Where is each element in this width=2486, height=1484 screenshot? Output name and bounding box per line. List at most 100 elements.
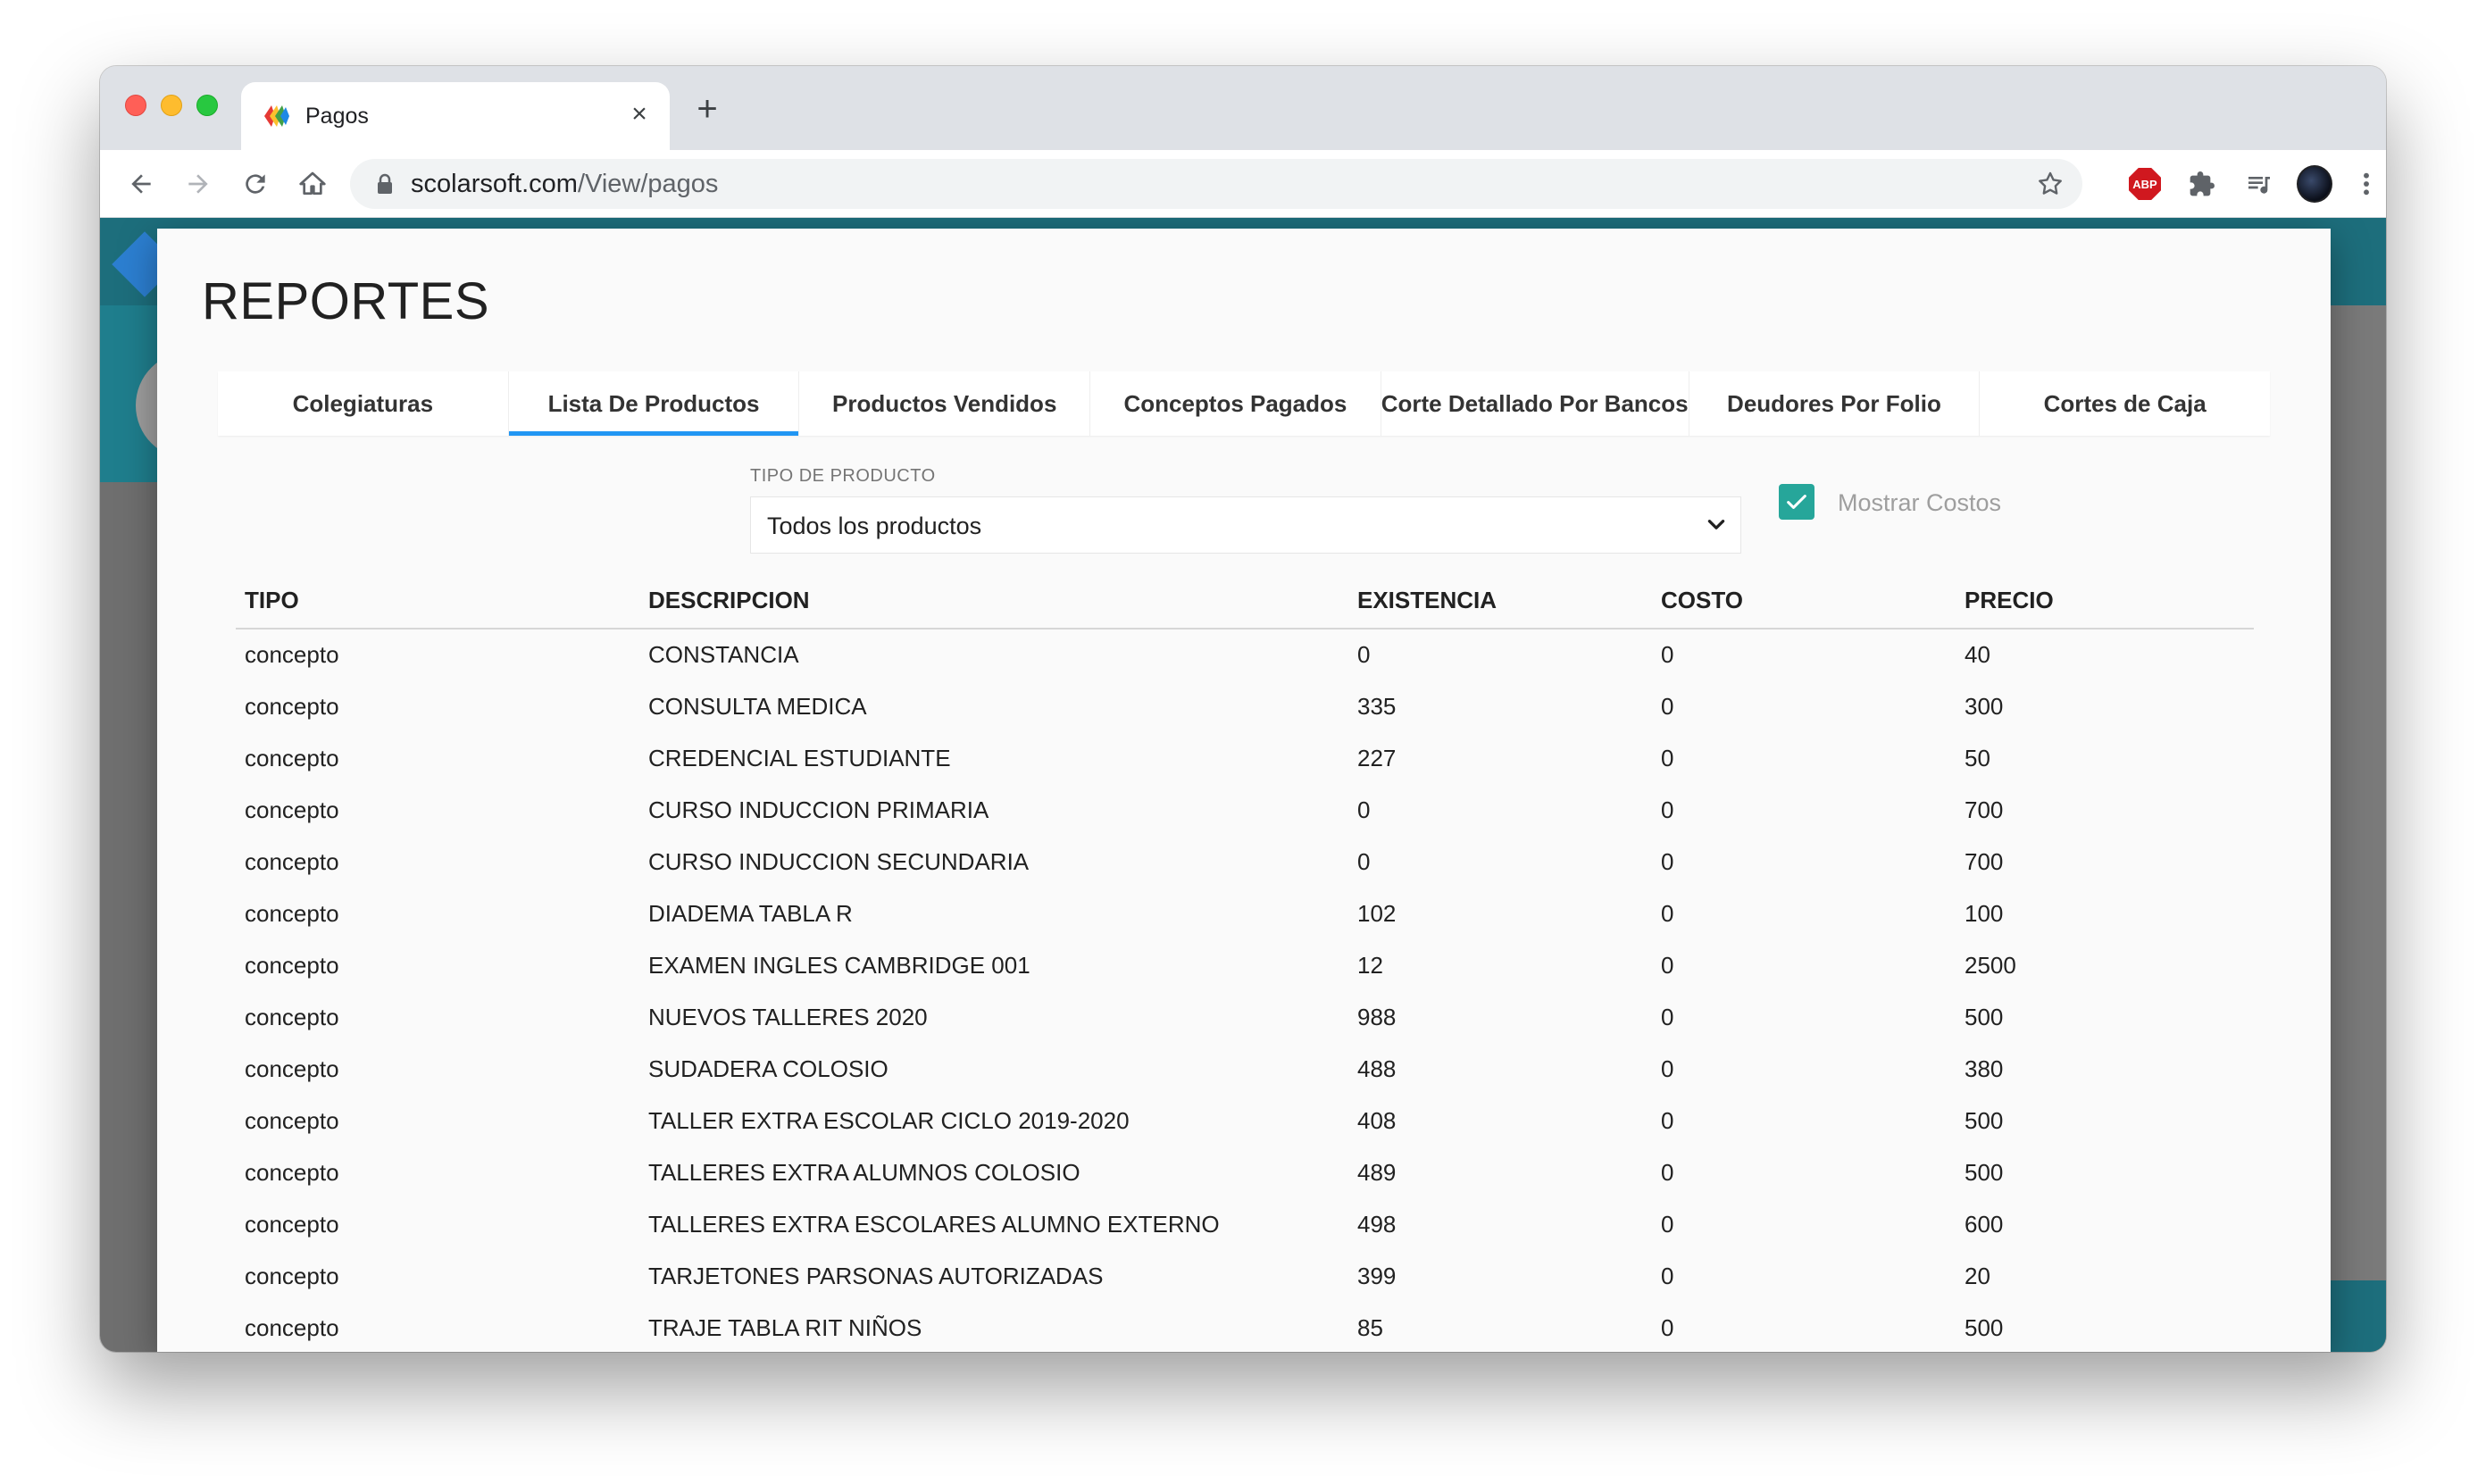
- cell-existencia: 489: [1357, 1158, 1397, 1186]
- arrow-left-icon: [131, 174, 151, 194]
- cell-tipo: concepto: [245, 744, 339, 771]
- new-tab-button[interactable]: +: [689, 91, 725, 129]
- table-header-row: TIPO DESCRIPCION EXISTENCIA COSTO PRECIO: [236, 573, 2254, 629]
- cell-costo: 0: [1661, 692, 1674, 720]
- cell-existencia: 102: [1357, 899, 1397, 927]
- reportes-modal: REPORTES Colegiaturas Lista De Productos…: [157, 229, 2331, 1352]
- cell-existencia: 399: [1357, 1262, 1397, 1289]
- table-row: concepto CONSTANCIA 0 0 40: [236, 629, 2254, 680]
- cell-costo: 0: [1661, 847, 1674, 875]
- adblock-extension-button[interactable]: ABP: [2127, 166, 2163, 202]
- tab-colegiaturas[interactable]: Colegiaturas: [218, 371, 509, 436]
- table-row: concepto NUEVOS TALLERES 2020 988 0 500: [236, 991, 2254, 1043]
- cell-costo: 0: [1661, 1262, 1674, 1289]
- cell-tipo: concepto: [245, 1003, 339, 1030]
- table-row: concepto DIADEMA TABLA R 102 0 100: [236, 888, 2254, 939]
- cell-precio: 50: [1965, 744, 1990, 771]
- browser-menu-button[interactable]: [2348, 166, 2384, 202]
- cell-descripcion: TALLERES EXTRA ESCOLARES ALUMNO EXTERNO: [648, 1210, 1220, 1238]
- cell-costo: 0: [1661, 899, 1674, 927]
- cell-existencia: 0: [1357, 641, 1371, 668]
- reload-icon: [246, 174, 265, 194]
- browser-tab-pagos[interactable]: Pagos ×: [241, 82, 670, 150]
- tab-deudores-por-folio[interactable]: Deudores Por Folio: [1689, 371, 1981, 436]
- cell-existencia: 488: [1357, 1055, 1397, 1082]
- tab-corte-detallado-por-bancos[interactable]: Corte Detallado Por Bancos: [1381, 371, 1689, 436]
- cell-existencia: 0: [1357, 847, 1371, 875]
- cell-tipo: concepto: [245, 692, 339, 720]
- close-tab-icon[interactable]: ×: [623, 98, 655, 130]
- tab-lista-de-productos[interactable]: Lista De Productos: [508, 371, 800, 436]
- report-tabs: Colegiaturas Lista De Productos Producto…: [218, 371, 2270, 436]
- reload-button[interactable]: [238, 166, 273, 202]
- bookmark-star-icon[interactable]: [2036, 170, 2065, 198]
- tab-strip: Pagos × +: [100, 66, 2386, 150]
- back-button[interactable]: [123, 166, 159, 202]
- cell-precio: 20: [1965, 1262, 1990, 1289]
- url-host: scolarsoft.com: [411, 170, 578, 198]
- page-viewport: REPORTES Colegiaturas Lista De Productos…: [100, 218, 2386, 1352]
- product-type-select[interactable]: Todos los productos: [750, 496, 1741, 554]
- cell-costo: 0: [1661, 1158, 1674, 1186]
- tab-cortes-de-caja[interactable]: Cortes de Caja: [1980, 371, 2270, 436]
- products-table: TIPO DESCRIPCION EXISTENCIA COSTO PRECIO…: [236, 573, 2254, 1352]
- extensions-button[interactable]: [2184, 166, 2220, 202]
- maximize-window-button[interactable]: [196, 95, 218, 116]
- cell-descripcion: TALLERES EXTRA ALUMNOS COLOSIO: [648, 1158, 1080, 1186]
- forward-button[interactable]: [180, 166, 216, 202]
- checkmark-icon: [1787, 495, 1806, 509]
- cell-precio: 500: [1965, 1106, 2004, 1134]
- media-control-button[interactable]: [2241, 166, 2277, 202]
- cell-tipo: concepto: [245, 796, 339, 823]
- cell-descripcion: CURSO INDUCCION PRIMARIA: [648, 796, 989, 823]
- show-costs-checkbox[interactable]: [1779, 484, 1814, 520]
- cell-descripcion: CREDENCIAL ESTUDIANTE: [648, 744, 951, 771]
- cell-existencia: 408: [1357, 1106, 1397, 1134]
- cell-costo: 0: [1661, 1003, 1674, 1030]
- cell-precio: 100: [1965, 899, 2004, 927]
- column-header-costo: COSTO: [1652, 573, 1956, 629]
- cell-existencia: 0: [1357, 796, 1371, 823]
- home-button[interactable]: [295, 166, 330, 202]
- column-header-tipo: TIPO: [236, 573, 639, 629]
- cell-costo: 0: [1661, 744, 1674, 771]
- cell-tipo: concepto: [245, 1210, 339, 1238]
- cell-descripcion: CONSTANCIA: [648, 641, 799, 668]
- scolarsoft-favicon-icon: [264, 105, 289, 127]
- profile-button[interactable]: [2297, 165, 2332, 203]
- browser-window: Pagos × + scolarsoft.com/View/pagos ABP …: [100, 66, 2386, 1352]
- close-window-button[interactable]: [125, 95, 146, 116]
- avatar: [2297, 165, 2332, 203]
- cell-descripcion: CURSO INDUCCION SECUNDARIA: [648, 847, 1030, 875]
- table-row: concepto TRAJE TABLA RIT NIÑOS 85 0 500: [236, 1302, 2254, 1352]
- cell-existencia: 335: [1357, 692, 1397, 720]
- cell-tipo: concepto: [245, 1262, 339, 1289]
- address-bar[interactable]: scolarsoft.com/View/pagos: [350, 159, 2082, 209]
- cell-costo: 0: [1661, 641, 1674, 668]
- product-type-label: TIPO DE PRODUCTO: [750, 466, 936, 486]
- tab-conceptos-pagados[interactable]: Conceptos Pagados: [1090, 371, 1381, 436]
- cell-precio: 500: [1965, 1158, 2004, 1186]
- browser-tab-title: Pagos: [305, 104, 369, 129]
- cell-tipo: concepto: [245, 1158, 339, 1186]
- minimize-window-button[interactable]: [161, 95, 182, 116]
- table-row: concepto CURSO INDUCCION PRIMARIA 0 0 700: [236, 784, 2254, 836]
- cell-tipo: concepto: [245, 641, 339, 668]
- cell-descripcion: TARJETONES PARSONAS AUTORIZADAS: [648, 1262, 1104, 1289]
- cell-existencia: 988: [1357, 1003, 1397, 1030]
- cell-descripcion: SUDADERA COLOSIO: [648, 1055, 888, 1082]
- cell-tipo: concepto: [245, 1106, 339, 1134]
- cell-precio: 380: [1965, 1055, 2004, 1082]
- cell-tipo: concepto: [245, 899, 339, 927]
- table-row: concepto EXAMEN INGLES CAMBRIDGE 001 12 0 25…: [236, 939, 2254, 991]
- cell-precio: 300: [1965, 692, 2004, 720]
- lock-icon: [378, 173, 392, 194]
- cell-costo: 0: [1661, 1313, 1674, 1341]
- table-row: concepto TARJETONES PARSONAS AUTORIZADAS 3…: [236, 1250, 2254, 1302]
- column-header-precio: PRECIO: [1956, 573, 2254, 629]
- cell-descripcion: CONSULTA MEDICA: [648, 692, 867, 720]
- show-costs-label[interactable]: Mostrar Costos: [1838, 488, 2001, 518]
- cell-precio: 600: [1965, 1210, 2004, 1238]
- tab-productos-vendidos[interactable]: Productos Vendidos: [799, 371, 1091, 436]
- cell-precio: 700: [1965, 796, 2004, 823]
